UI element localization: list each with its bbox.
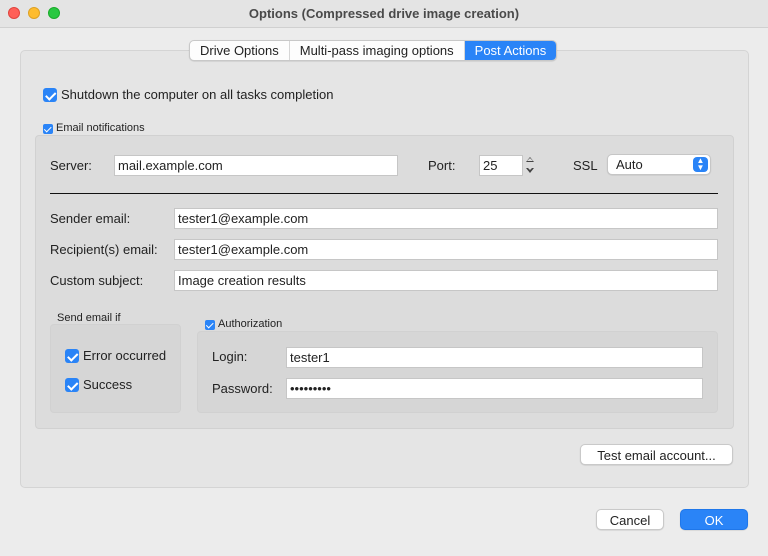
- chevron-down-icon: [526, 167, 534, 173]
- ok-button[interactable]: OK: [680, 509, 748, 530]
- authorization-checkbox[interactable]: [205, 320, 215, 330]
- password-input[interactable]: •••••••••: [286, 378, 703, 399]
- recipient-email-label: Recipient(s) email:: [50, 242, 158, 257]
- port-input[interactable]: 25: [479, 155, 523, 176]
- custom-subject-label: Custom subject:: [50, 273, 144, 288]
- port-stepper[interactable]: [524, 155, 536, 177]
- ssl-label: SSL: [573, 158, 598, 173]
- send-email-if-label: Send email if: [57, 312, 121, 324]
- recipient-email-input[interactable]: tester1@example.com: [174, 239, 718, 260]
- server-input[interactable]: mail.example.com: [114, 155, 398, 176]
- cancel-button[interactable]: Cancel: [596, 509, 664, 530]
- login-input[interactable]: tester1: [286, 347, 703, 368]
- ssl-select-value: Auto: [616, 157, 643, 172]
- custom-subject-input[interactable]: Image creation results: [174, 270, 718, 291]
- tab-multi-pass-imaging[interactable]: Multi-pass imaging options: [290, 41, 465, 60]
- email-notifications-checkbox[interactable]: [43, 124, 53, 134]
- ssl-select[interactable]: Auto ▲ ▼: [607, 154, 711, 175]
- authorization-group: [197, 331, 718, 413]
- login-label: Login:: [212, 349, 248, 364]
- title-bar: Options (Compressed drive image creation…: [0, 0, 768, 28]
- success-label: Success: [83, 377, 133, 392]
- options-window: Options (Compressed drive image creation…: [0, 0, 768, 556]
- window-title: Options (Compressed drive image creation…: [248, 6, 520, 21]
- shutdown-checkbox[interactable]: [43, 88, 57, 102]
- shutdown-label: Shutdown the computer on all tasks compl…: [61, 87, 334, 102]
- updown-chevron-icon: ▲ ▼: [693, 157, 708, 172]
- email-notifications-label: Email notifications: [56, 122, 145, 134]
- authorization-label: Authorization: [218, 318, 283, 330]
- sender-email-input[interactable]: tester1@example.com: [174, 208, 718, 229]
- password-label: Password:: [212, 381, 273, 396]
- tab-post-actions[interactable]: Post Actions: [464, 41, 557, 60]
- tab-drive-options[interactable]: Drive Options: [190, 41, 290, 60]
- separator: [50, 193, 718, 194]
- send-email-if-group: [50, 324, 181, 413]
- success-checkbox[interactable]: [65, 378, 79, 392]
- chevron-up-icon: [526, 157, 534, 162]
- sender-email-label: Sender email:: [50, 211, 131, 226]
- port-label: Port:: [428, 158, 456, 173]
- error-occurred-label: Error occurred: [83, 348, 167, 363]
- tab-bar: Drive Options Multi-pass imaging options…: [189, 40, 558, 61]
- test-email-account-button[interactable]: Test email account...: [580, 444, 733, 465]
- error-occurred-checkbox[interactable]: [65, 349, 79, 363]
- server-label: Server:: [50, 158, 92, 173]
